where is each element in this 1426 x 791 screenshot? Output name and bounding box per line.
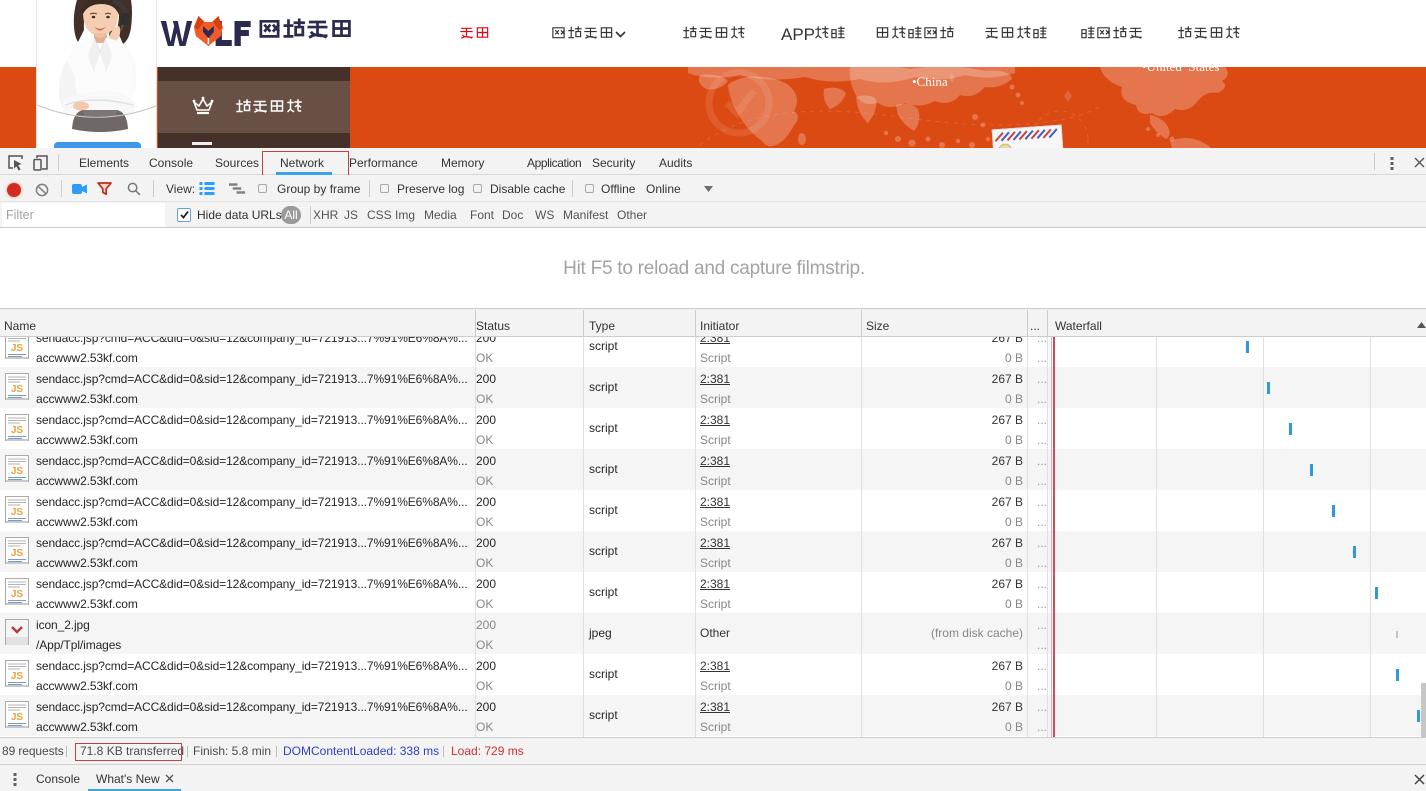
svg-text:JS: JS	[11, 384, 24, 395]
svg-text:JS: JS	[11, 671, 24, 682]
svg-text:JS: JS	[11, 425, 24, 436]
svg-text:JS: JS	[11, 343, 24, 354]
svg-text:JS: JS	[11, 589, 24, 600]
svg-text:JS: JS	[11, 507, 24, 518]
svg-text:JS: JS	[11, 466, 24, 477]
svg-text:JS: JS	[11, 548, 24, 559]
svg-text:JS: JS	[11, 712, 24, 723]
